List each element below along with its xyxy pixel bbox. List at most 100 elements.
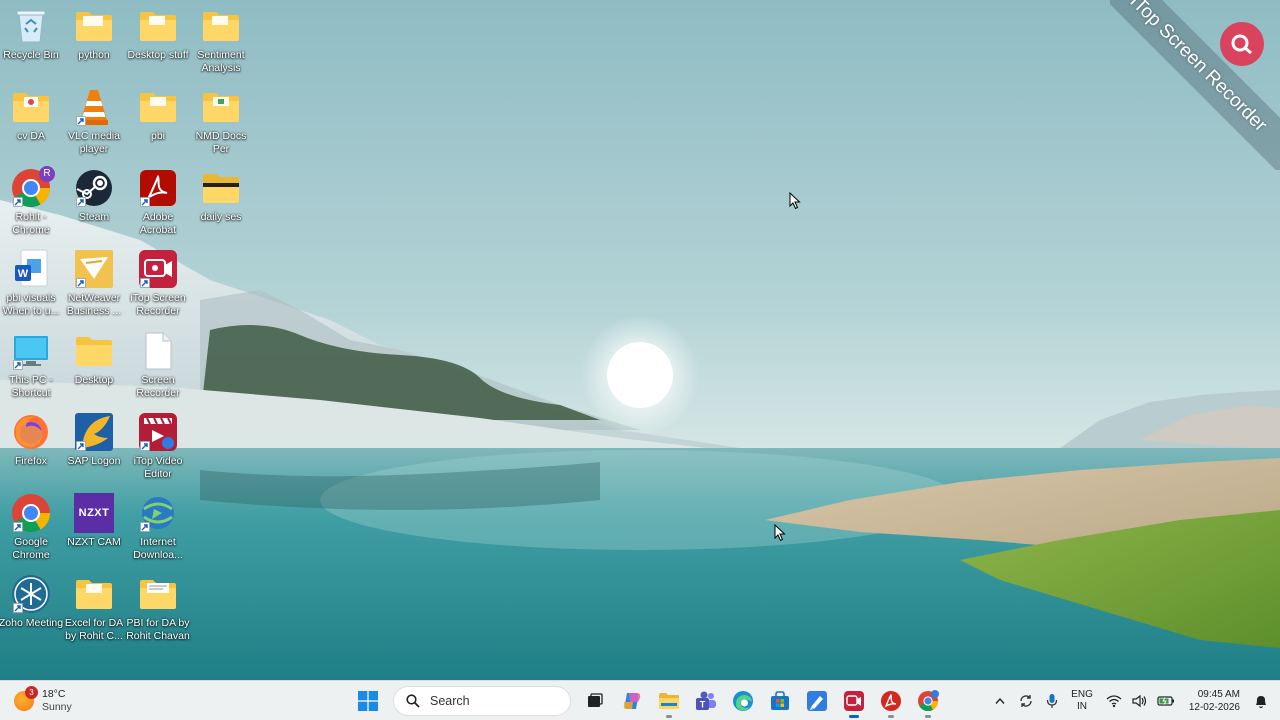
desktop-icon-pbi-for-da[interactable]: PBI for DA by Rohit Chavan <box>126 574 190 643</box>
desktop-icon-label: Zoho Meeting <box>0 617 64 629</box>
desktop-icon-nzxt-cam[interactable]: NZXT NZXT CAM <box>63 493 125 549</box>
app-launcher-button[interactable] <box>801 685 833 717</box>
weather-widget[interactable]: 3 18°C Sunny <box>14 685 72 717</box>
desktop-icon-zoho-meeting[interactable]: Zoho Meeting <box>0 574 64 630</box>
copilot-button[interactable] <box>616 685 648 717</box>
desktop-icon-adobe-acrobat[interactable]: Adobe Acrobat <box>127 168 189 237</box>
folder-icon <box>138 574 178 614</box>
desktop-icon-label: Google Chrome <box>12 536 50 561</box>
desktop-icon-pbi[interactable]: pbi <box>127 87 189 143</box>
region-code: IN <box>1077 701 1087 712</box>
file-explorer-button[interactable] <box>653 685 685 718</box>
language-code: ENG <box>1071 689 1093 700</box>
start-button[interactable] <box>352 685 384 717</box>
desktop-icon-excel-for-da[interactable]: Excel for DA by Rohit C... <box>63 574 125 643</box>
shortcut-arrow-icon <box>76 197 86 207</box>
desktop-icon-desktop-folder[interactable]: Desktop <box>63 331 125 387</box>
folder-icon <box>138 6 178 46</box>
mouse-cursor-icon <box>789 191 801 210</box>
desktop-icon-vlc[interactable]: VLC media player <box>63 87 125 156</box>
wifi-button[interactable] <box>1101 686 1127 716</box>
itop-screen-recorder-button[interactable] <box>838 685 870 718</box>
search-icon <box>406 694 420 708</box>
copilot-icon <box>623 693 641 709</box>
desktop-icon-label: Firefox <box>14 455 48 467</box>
desktop-icon-internet-download-manager[interactable]: Internet Downloa... <box>127 493 189 562</box>
firefox-icon <box>11 412 51 452</box>
itop-recorder-icon <box>138 249 178 289</box>
edge-button[interactable] <box>727 685 759 717</box>
battery-button[interactable] <box>1153 686 1179 716</box>
folder-icon <box>659 693 679 709</box>
nzxt-cam-icon: NZXT <box>74 493 114 533</box>
search-placeholder: Search <box>430 694 470 708</box>
clock-date: 12-02-2026 <box>1188 702 1240 713</box>
desktop-icon-label: cv DA <box>16 130 45 142</box>
task-view-button[interactable] <box>579 685 611 717</box>
svg-text:W: W <box>18 268 29 280</box>
desktop-icon-cv-da[interactable]: cv DA <box>0 87 62 143</box>
itop-video-editor-icon <box>138 412 178 452</box>
desktop-icon-netweaver[interactable]: NetWeaver Business ... <box>63 249 125 318</box>
desktop-icon-label: daily ses <box>200 211 242 223</box>
microphone-icon <box>1047 694 1058 708</box>
launcher-icon <box>807 691 827 711</box>
desktop-icon-itop-screen-recorder[interactable]: iTop Screen Recorder <box>127 249 189 318</box>
notifications-button[interactable] <box>1248 686 1274 716</box>
desktop-icon-google-chrome[interactable]: Google Chrome <box>0 493 62 562</box>
itop-recorder-icon <box>844 691 864 711</box>
desktop-icon-label: Adobe Acrobat <box>139 211 177 236</box>
desktop-icon-label: Desktop stuff <box>127 49 189 61</box>
desktop-icon-recycle-bin[interactable]: Recycle Bin <box>0 6 62 62</box>
folder-icon <box>201 87 241 127</box>
desktop-icon-rohit-chrome[interactable]: R Rohit - Chrome <box>0 166 62 237</box>
taskbar-apps: Search T <box>352 685 949 718</box>
desktop-icon-python[interactable]: python <box>63 6 125 62</box>
desktop-icon-itop-video-editor[interactable]: iTop Video Editor <box>127 412 189 481</box>
folder-icon <box>74 574 114 614</box>
desktop-icon-steam[interactable]: Steam <box>63 168 125 224</box>
desktop-icon-label: Rohit - Chrome <box>12 211 50 236</box>
microphone-button[interactable] <box>1039 686 1065 716</box>
desktop-icon-firefox[interactable]: Firefox <box>0 412 62 468</box>
sunny-weather-icon: 3 <box>14 686 38 711</box>
desktop-icon-label: NZXT CAM <box>67 536 121 548</box>
chrome-button[interactable] <box>912 685 944 718</box>
acrobat-button[interactable] <box>875 685 907 718</box>
desktop-icon-screen-recorder-file[interactable]: Screen Recorder <box>127 331 189 400</box>
chrome-profile-icon: R <box>11 166 55 208</box>
recycle-bin-icon <box>11 6 51 46</box>
input-language-indicator[interactable]: ENG IN <box>1071 689 1093 713</box>
battery-charging-icon <box>1157 696 1174 706</box>
sap-logon-icon <box>74 412 114 452</box>
shortcut-arrow-icon <box>13 360 23 370</box>
windows-logo-icon <box>358 691 378 711</box>
acrobat-icon <box>881 691 901 711</box>
taskbar-search-box[interactable]: Search <box>393 686 571 716</box>
desktop-icon-daily-ses[interactable]: daily ses <box>190 168 252 224</box>
taskbar: 3 18°C Sunny Search T ENG IN 09:45 AM 12… <box>0 680 1280 720</box>
show-hidden-icons-button[interactable] <box>987 686 1013 716</box>
mouse-cursor-icon <box>774 523 786 542</box>
steam-icon <box>74 168 114 208</box>
desktop-icon-sap-logon[interactable]: SAP Logon <box>63 412 125 468</box>
desktop-icon-pbi-visuals[interactable]: W pbi visuals When to u... <box>0 249 62 318</box>
idm-icon <box>138 493 178 533</box>
desktop-icon-label: iTop Screen Recorder <box>130 292 186 317</box>
desktop-icon-this-pc[interactable]: This PC - Shortcut <box>0 331 62 400</box>
taskbar-clock[interactable]: 09:45 AM 12-02-2026 <box>1189 688 1240 714</box>
speaker-icon <box>1132 694 1146 708</box>
teams-button[interactable]: T <box>690 685 722 717</box>
desktop-icon-sentiment-analysis[interactable]: Sentiment Analysis <box>190 6 252 75</box>
volume-button[interactable] <box>1127 686 1153 716</box>
sync-button[interactable] <box>1013 686 1039 716</box>
desktop-icon-nmd-docs-per[interactable]: NMD Docs Per <box>190 87 252 156</box>
word-doc-icon: W <box>11 249 51 289</box>
shortcut-arrow-icon <box>76 116 86 126</box>
shortcut-arrow-icon <box>13 522 23 532</box>
this-pc-icon <box>11 331 51 371</box>
folder-icon <box>201 6 241 46</box>
desktop-icon-desktop-stuff[interactable]: Desktop stuff <box>127 6 189 62</box>
acrobat-icon <box>138 168 178 208</box>
store-button[interactable] <box>764 685 796 717</box>
